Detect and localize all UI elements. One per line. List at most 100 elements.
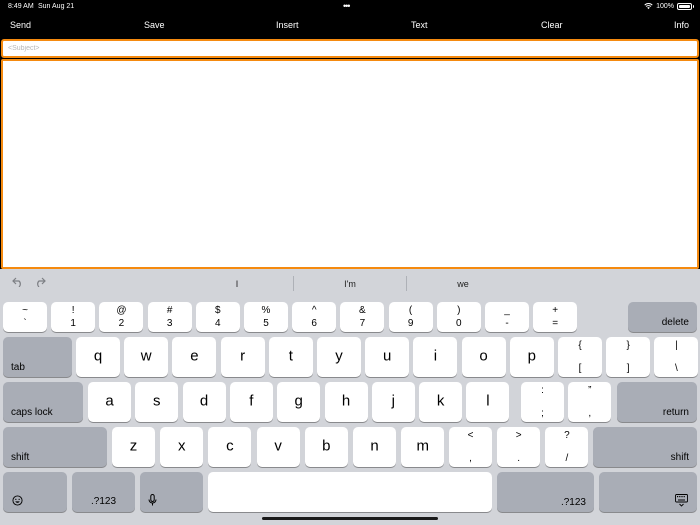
delete-key-label: delete	[661, 317, 689, 328]
shift-key-label: shift	[11, 452, 30, 463]
key-row1-8[interactable]: (9	[388, 302, 433, 332]
key-x[interactable]: x	[160, 427, 204, 467]
hide-keyboard-key[interactable]	[599, 472, 697, 512]
key-row2-sym-1[interactable]: }]	[606, 337, 651, 377]
message-body-textarea[interactable]	[1, 59, 699, 269]
tab-key[interactable]: tab	[3, 337, 72, 377]
key-row4-sym-0[interactable]: <,	[449, 427, 492, 467]
multitasking-dots-icon[interactable]: •••	[343, 1, 351, 11]
key-y[interactable]: y	[317, 337, 361, 377]
key-row1-9[interactable]: ) 0	[436, 302, 481, 332]
key-row1-10[interactable]: _ -	[485, 302, 529, 332]
key-row2-sym-2[interactable]: | \	[654, 337, 699, 377]
key-t[interactable]: t	[268, 337, 313, 377]
suggestion-2[interactable]: I'm	[300, 279, 400, 289]
send-button[interactable]: Send	[10, 20, 31, 30]
status-time: 8:49 AM	[8, 3, 34, 10]
return-key[interactable]: return	[617, 382, 697, 422]
dictation-key[interactable]	[140, 472, 203, 512]
key-w[interactable]: w	[124, 337, 169, 377]
key-row1-1-label: 1	[70, 318, 76, 329]
key-f[interactable]: f	[229, 382, 273, 422]
info-button[interactable]: Info	[674, 20, 689, 30]
key-row1-10-label: -	[505, 318, 509, 329]
save-button[interactable]: Save	[144, 20, 165, 30]
key-q[interactable]: q	[76, 337, 120, 377]
key-e-label: e	[190, 347, 199, 365]
key-v[interactable]: v	[256, 427, 300, 467]
key-t-label: t	[288, 347, 293, 365]
key-row2-sym-1-label: ]	[626, 363, 630, 374]
key-b-label: b	[322, 437, 331, 455]
key-row1-6-label: 6	[311, 318, 317, 329]
space-bar[interactable]	[208, 472, 492, 512]
key-k-label: k	[436, 392, 445, 410]
key-row3-sym-0[interactable]: :;	[521, 382, 564, 422]
key-d[interactable]: d	[182, 382, 226, 422]
key-i[interactable]: i	[413, 337, 458, 377]
key-row1-0-label: `	[23, 318, 27, 329]
emoji-key[interactable]	[3, 472, 67, 512]
key-row1-6[interactable]: ^ 6	[292, 302, 337, 332]
key-l[interactable]: l	[466, 382, 510, 422]
key-row1-1[interactable]: ! 1	[51, 302, 96, 332]
home-indicator[interactable]	[262, 517, 438, 520]
key-o-label: o	[479, 347, 488, 365]
delete-key[interactable]: delete	[628, 302, 697, 332]
key-p[interactable]: p	[509, 337, 554, 377]
key-j[interactable]: j	[371, 382, 415, 422]
numbers-key-right[interactable]: .?123	[497, 472, 594, 512]
key-row1-5-label: 5	[263, 318, 269, 329]
key-row1-7[interactable]: & 7	[340, 302, 385, 332]
subject-input[interactable]	[1, 39, 699, 58]
key-s[interactable]: s	[135, 382, 179, 422]
key-c[interactable]: c	[208, 427, 252, 467]
key-row1-7-label: 7	[359, 318, 366, 329]
insert-button[interactable]: Insert	[276, 20, 299, 30]
suggestion-divider	[406, 276, 407, 291]
key-row2-sym-0[interactable]: {[	[558, 337, 602, 377]
key-row1-2[interactable]: @2	[99, 302, 144, 332]
key-a[interactable]: a	[88, 382, 131, 422]
key-n[interactable]: n	[353, 427, 396, 467]
key-o[interactable]: o	[461, 337, 506, 377]
key-h[interactable]: h	[324, 382, 368, 422]
key-y-label: y	[335, 347, 343, 365]
key-b[interactable]: b	[304, 427, 348, 467]
key-row4-sym-1-shift-label: >	[515, 430, 522, 441]
key-n-label: n	[370, 437, 379, 455]
suggestion-1[interactable]: I	[187, 279, 287, 289]
shift-right-key[interactable]: shift	[593, 427, 697, 467]
key-row1-3[interactable]: #3	[147, 302, 192, 332]
undo-icon[interactable]	[12, 277, 24, 287]
key-row3-sym-1[interactable]: ”,	[568, 382, 612, 422]
key-f-label: f	[249, 392, 254, 410]
key-row4-sym-1-label: .	[517, 453, 521, 464]
numbers-key-left[interactable]: .?123	[72, 472, 135, 512]
key-m[interactable]: m	[401, 427, 445, 467]
key-row4-sym-2-shift-label: ?	[564, 430, 570, 441]
shift-left-key[interactable]: shift	[3, 427, 107, 467]
key-row4-sym-2[interactable]: ? /	[545, 427, 589, 467]
status-date: Sun Aug 21	[38, 3, 75, 10]
key-u[interactable]: u	[365, 337, 410, 377]
key-row1-0[interactable]: ~ `	[3, 302, 47, 332]
key-row1-5[interactable]: % 5	[244, 302, 288, 332]
key-row4-sym-1[interactable]: >.	[497, 427, 541, 467]
key-z[interactable]: z	[112, 427, 155, 467]
battery-fill	[679, 4, 690, 8]
battery-icon	[677, 2, 694, 10]
suggestion-3[interactable]: we	[413, 279, 513, 289]
text-button[interactable]: Text	[411, 20, 428, 30]
key-l-label: l	[486, 392, 490, 410]
caps-lock-key-label: caps lock	[11, 407, 53, 418]
key-g[interactable]: g	[277, 382, 321, 422]
key-k[interactable]: k	[419, 382, 463, 422]
caps-lock-key[interactable]: caps lock	[3, 382, 83, 422]
key-row1-4[interactable]: $4	[195, 302, 240, 332]
redo-icon[interactable]	[34, 277, 46, 287]
key-e[interactable]: e	[172, 337, 217, 377]
clear-button[interactable]: Clear	[541, 20, 563, 30]
key-r[interactable]: r	[220, 337, 265, 377]
key-row1-11[interactable]: + =	[533, 302, 578, 332]
